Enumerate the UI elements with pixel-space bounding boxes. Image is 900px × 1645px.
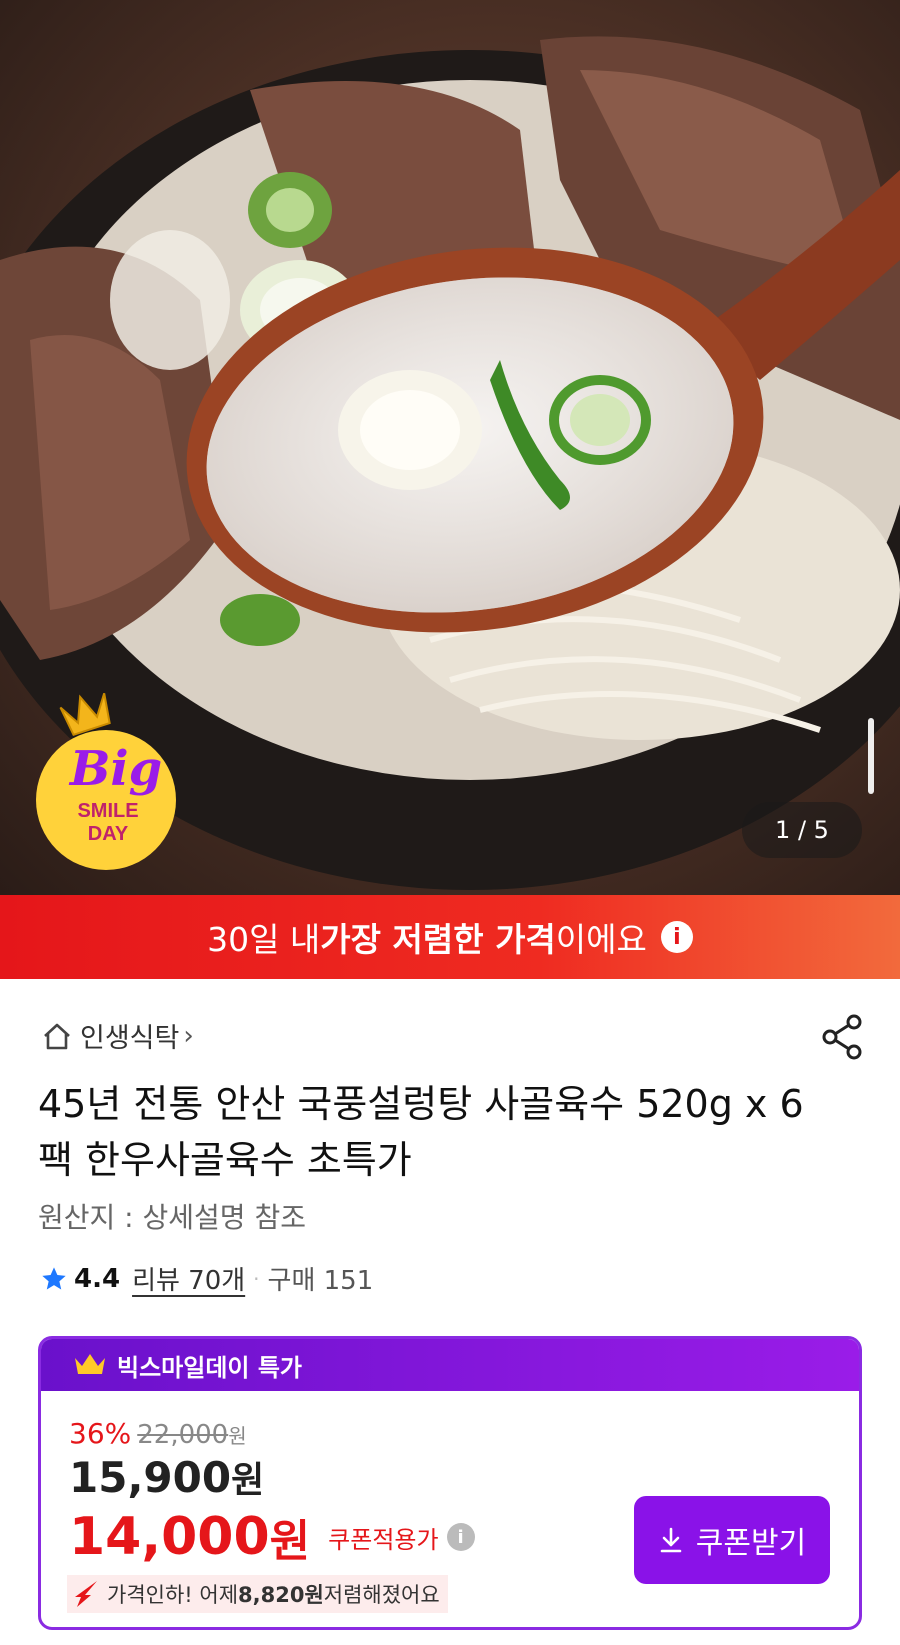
home-icon	[44, 1023, 70, 1049]
coupon-price-label: 쿠폰적용가	[328, 1525, 439, 1554]
purchase-count: 구매 151	[267, 1266, 374, 1296]
deal-header-label: 빅스마일데이 특가	[117, 1353, 302, 1382]
coupon-price-amount: 14,000	[69, 1507, 270, 1567]
price-drop-amount: 8,820원	[238, 1583, 324, 1607]
discount-percent: 36%	[69, 1417, 132, 1450]
sale-price: 15,900원	[69, 1451, 264, 1503]
get-coupon-label: 쿠폰받기	[695, 1527, 807, 1560]
image-counter: 1 / 5	[742, 802, 862, 858]
badge-day-text: DAY	[88, 823, 129, 845]
big-smile-day-badge: Big SMILE DAY	[24, 690, 204, 870]
rating-row: 4.4 리뷰 70개 · 구매 151	[40, 1260, 373, 1297]
store-link[interactable]: 인생식탁 ›	[40, 1016, 194, 1055]
deal-box: 빅스마일데이 특가 36% 22,000 원 15,900원 14,000 원 …	[38, 1336, 862, 1630]
badge-graphic: Big SMILE DAY	[36, 693, 176, 870]
banner-suffix: 이에요	[555, 920, 647, 959]
price-drop-prefix: 가격인하! 어제	[107, 1583, 239, 1607]
scroll-indicator	[868, 718, 874, 794]
crown-icon	[75, 1354, 105, 1374]
price-drop-notice: 가격인하! 어제 8,820원 저렴해졌어요	[67, 1575, 448, 1613]
original-price-unit: 원	[228, 1424, 247, 1448]
coupon-price-unit: 원	[269, 1516, 311, 1567]
info-icon[interactable]: i	[446, 1523, 475, 1551]
product-image[interactable]: 1 / 5 Big SMILE DAY	[0, 0, 900, 895]
review-link[interactable]: 리뷰 70개	[132, 1260, 245, 1297]
banner-prefix: 30일 내	[207, 920, 321, 959]
separator-dot: ·	[253, 1266, 260, 1291]
download-icon	[660, 1527, 682, 1553]
badge-smile-text: SMILE	[77, 800, 138, 822]
deal-header: 빅스마일데이 특가	[41, 1339, 859, 1391]
get-coupon-button[interactable]: 쿠폰받기	[634, 1496, 830, 1584]
price-down-arrow-icon	[75, 1581, 97, 1607]
share-icon[interactable]	[818, 1012, 868, 1062]
badge-big-text: Big	[68, 741, 162, 797]
info-icon[interactable]: i	[660, 921, 693, 953]
sale-price-unit: 원	[231, 1460, 265, 1501]
discount-row: 36% 22,000 원	[69, 1417, 247, 1450]
original-price: 22,000	[137, 1420, 229, 1450]
store-name: 인생식탁	[80, 1023, 180, 1054]
sale-price-amount: 15,900	[69, 1453, 232, 1502]
rating-score: 4.4	[74, 1263, 121, 1294]
chevron-right-icon: ›	[183, 1020, 194, 1051]
coupon-price: 14,000 원 쿠폰적용가 i	[69, 1505, 475, 1569]
star-icon	[42, 1266, 66, 1289]
product-origin: 원산지 : 상세설명 참조	[38, 1201, 306, 1234]
banner-highlight: 가장 저렴한 가격	[320, 920, 556, 959]
lowest-price-banner[interactable]: 30일 내 가장 저렴한 가격 이에요 i	[0, 895, 900, 979]
product-title: 45년 전통 안산 국풍설렁탕 사골육수 520g x 6팩 한우사골육수 초특…	[38, 1082, 804, 1182]
price-drop-suffix: 저렴해졌어요	[323, 1583, 440, 1607]
